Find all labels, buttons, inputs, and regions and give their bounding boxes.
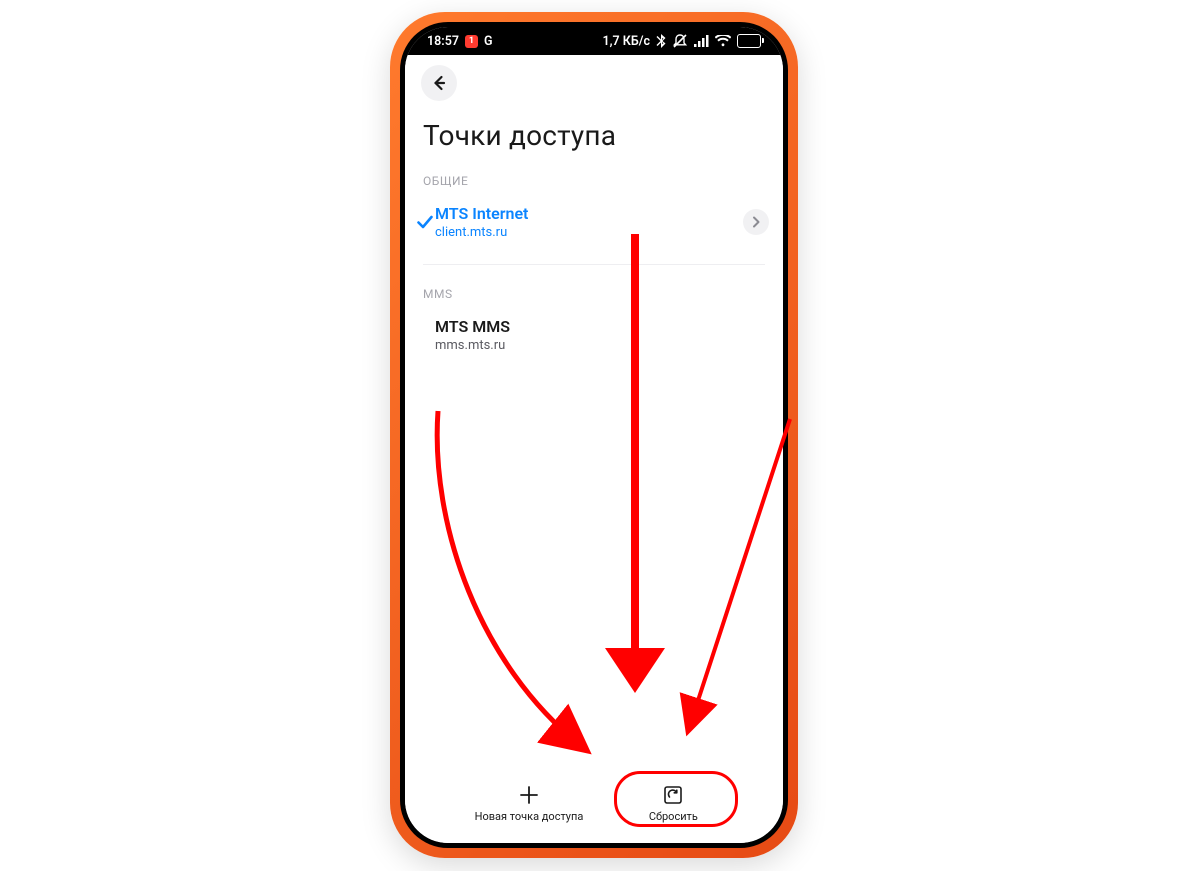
section-label-mms: MMS	[423, 287, 765, 301]
check-icon	[415, 215, 435, 229]
stage: 18:57 1 G 1,7 КБ/с 67	[0, 0, 1200, 871]
page-title: Точки доступа	[423, 119, 765, 152]
phone-bezel: 18:57 1 G 1,7 КБ/с 67	[400, 22, 788, 848]
settings-apn-page: Точки доступа ОБЩИЕ MTS Internet client.…	[405, 55, 783, 843]
wifi-icon	[715, 35, 731, 47]
apn-name: MTS MMS	[435, 317, 769, 336]
add-apn-label: Новая точка доступа	[475, 810, 584, 823]
bottom-toolbar: Новая точка доступа Сбросить	[405, 774, 783, 843]
bluetooth-icon	[656, 34, 666, 48]
signal-icon	[694, 35, 709, 47]
phone-screen: 18:57 1 G 1,7 КБ/с 67	[405, 27, 783, 843]
chevron-right-icon[interactable]	[743, 209, 769, 235]
reset-apn-label: Сбросить	[649, 810, 698, 823]
section-label-general: ОБЩИЕ	[423, 174, 765, 188]
arrow-left-icon	[430, 74, 448, 92]
dnd-icon	[672, 34, 688, 48]
status-bar: 18:57 1 G 1,7 КБ/с 67	[405, 27, 783, 55]
back-button[interactable]	[421, 65, 457, 101]
reset-apn-button[interactable]: Сбросить	[633, 784, 713, 823]
apn-item-mts-mms[interactable]: MTS MMS mms.mts.ru	[405, 307, 783, 363]
apn-name: MTS Internet	[435, 204, 743, 223]
status-time: 18:57	[427, 34, 459, 49]
plus-icon	[518, 784, 540, 806]
apn-item-mts-internet[interactable]: MTS Internet client.mts.ru	[405, 194, 783, 250]
status-notif-icon: 1	[465, 35, 478, 48]
reset-icon	[662, 784, 684, 806]
phone-frame: 18:57 1 G 1,7 КБ/с 67	[390, 12, 798, 858]
divider	[423, 264, 765, 265]
add-apn-button[interactable]: Новая точка доступа	[475, 784, 584, 823]
apn-value: mms.mts.ru	[435, 338, 769, 353]
battery-icon: 67	[737, 34, 761, 48]
apn-value: client.mts.ru	[435, 225, 743, 240]
status-g-icon: G	[484, 34, 493, 49]
status-net-speed: 1,7 КБ/с	[602, 34, 650, 49]
